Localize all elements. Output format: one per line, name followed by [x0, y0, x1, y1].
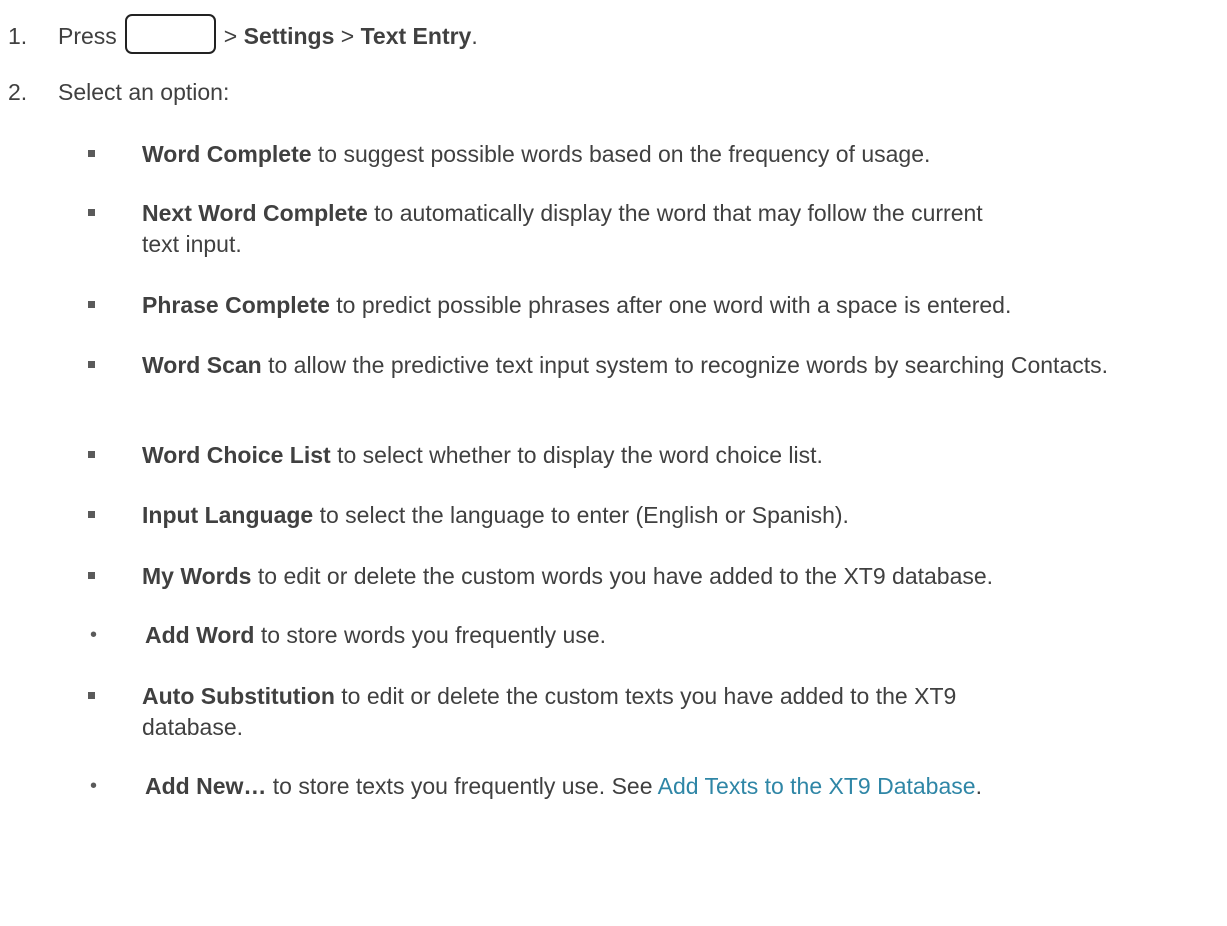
option-title: Word Complete — [142, 141, 312, 167]
option-title: Word Scan — [142, 352, 262, 378]
square-bullet-icon — [88, 361, 95, 368]
step-number: 1. — [8, 23, 28, 49]
text-entry-label: Text Entry — [360, 23, 472, 50]
option-title: Auto Substitution — [142, 683, 335, 709]
dot-bullet-icon: • — [90, 624, 98, 646]
separator: > — [223, 23, 238, 50]
square-bullet-icon — [88, 511, 95, 518]
square-bullet-icon — [88, 150, 95, 157]
square-bullet-icon — [88, 209, 95, 216]
square-bullet-icon — [88, 301, 95, 308]
option-title: My Words — [142, 563, 252, 589]
instructions-page: 1. Press > Settings > Text Entry. 2. Sele… — [0, 0, 1227, 926]
period: . — [471, 23, 478, 50]
option-description: to select the language to enter (English… — [319, 502, 849, 528]
option-title: Next Word Complete — [142, 200, 368, 226]
square-bullet-icon — [88, 692, 95, 699]
dot-bullet-icon: • — [90, 775, 98, 797]
option-description: to allow the predictive text input syste… — [268, 352, 1109, 378]
option-description: to suggest possible words based on the f… — [317, 141, 931, 167]
option-description: to predict possible phrases after one wo… — [336, 292, 1012, 318]
option-description: to edit or delete the custom words you h… — [257, 563, 994, 589]
option-description: to store texts you frequently use. See — [272, 773, 653, 799]
option-title: Input Language — [142, 502, 314, 528]
square-bullet-icon — [88, 451, 95, 458]
square-bullet-icon — [88, 572, 95, 579]
option-title: Word Choice List — [142, 442, 331, 468]
add-texts-link[interactable]: Add Texts to the XT9 Database — [658, 773, 976, 799]
settings-label: Settings — [243, 23, 335, 50]
option-description: to store words you frequently use. — [260, 622, 607, 648]
press-label: Press — [58, 23, 117, 50]
option-title: Phrase Complete — [142, 292, 330, 318]
step-2-text: Select an option: — [58, 79, 230, 105]
separator: > — [340, 23, 355, 50]
menu-key-icon — [124, 14, 216, 54]
option-description: to select whether to display the word ch… — [337, 442, 823, 468]
period: . — [975, 773, 982, 799]
option-title: Add New… — [145, 773, 267, 799]
step-number: 2. — [8, 79, 28, 105]
step-1-text: Press > Settings > Text Entry. — [58, 14, 478, 54]
option-title: Add Word — [145, 622, 255, 648]
